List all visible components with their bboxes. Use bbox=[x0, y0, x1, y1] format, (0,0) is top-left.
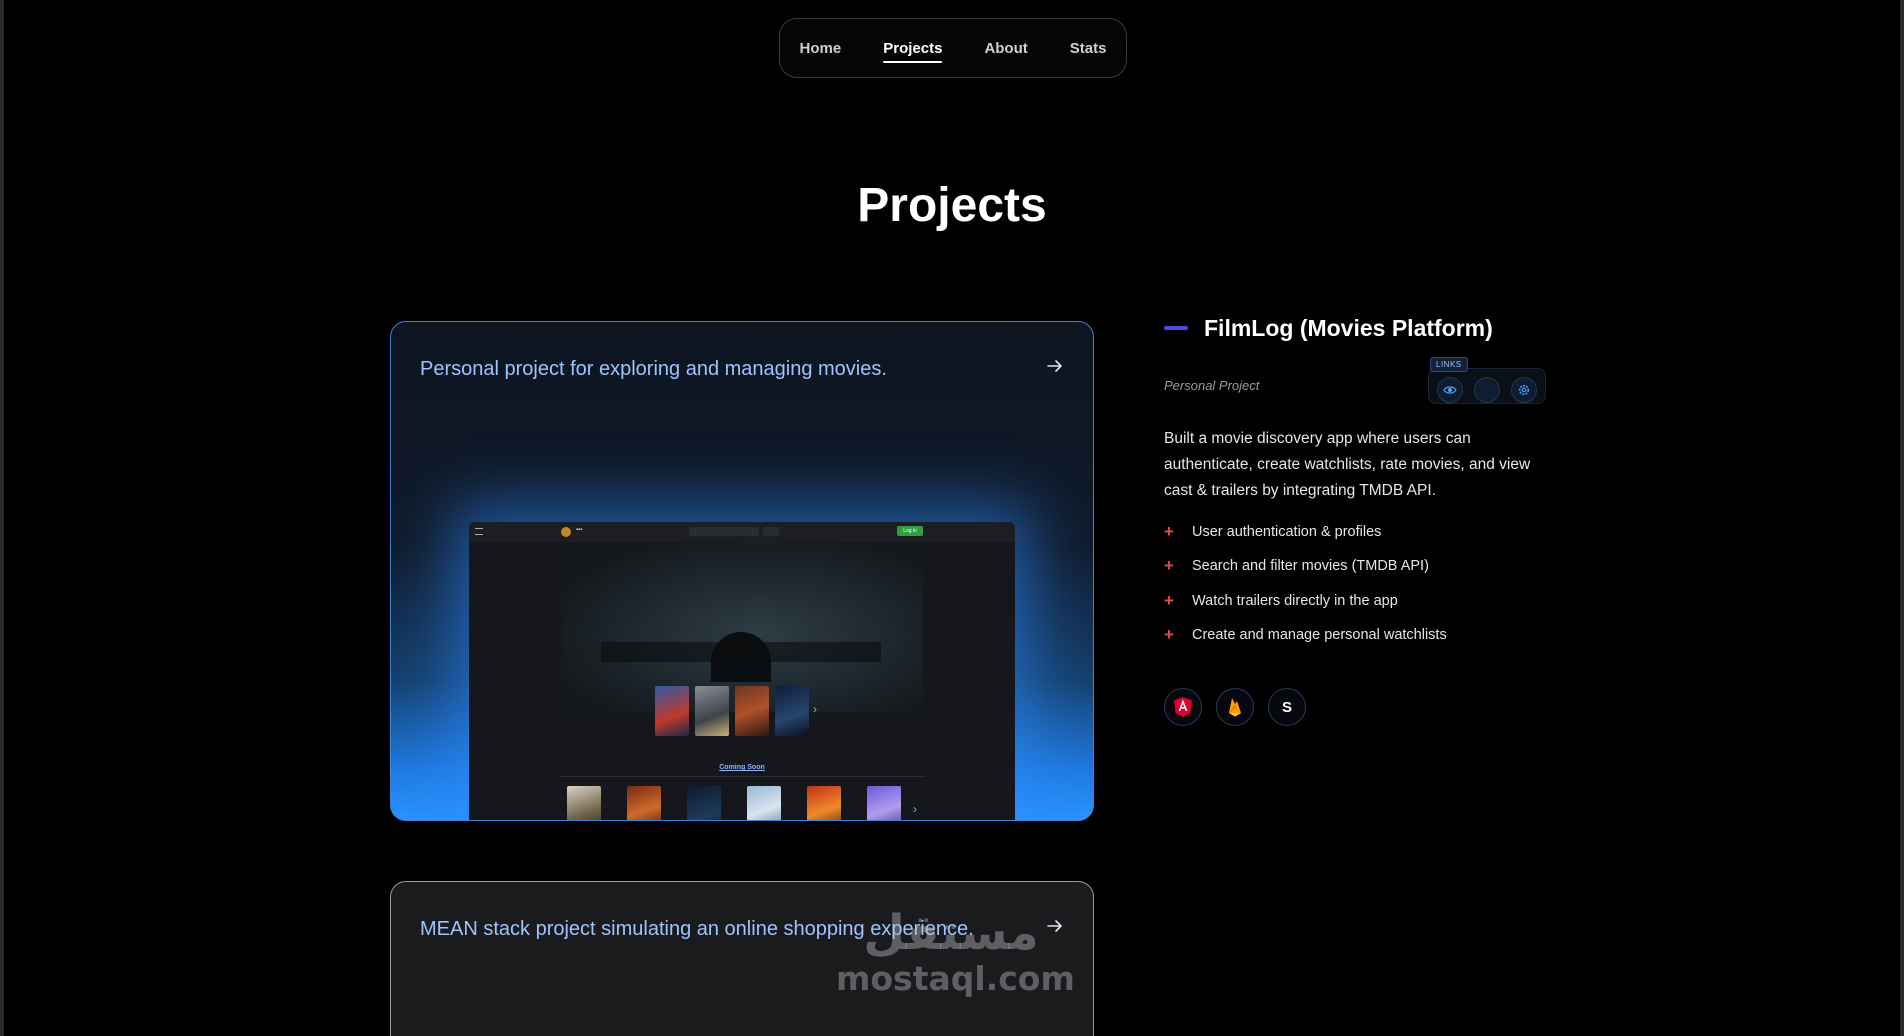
feature-text: User authentication & profiles bbox=[1192, 524, 1382, 540]
plus-icon: + bbox=[1164, 591, 1174, 610]
preview-logo bbox=[561, 527, 571, 537]
poster-thumbnail bbox=[807, 786, 841, 820]
preview-search-button bbox=[763, 527, 779, 536]
angular-icon bbox=[1164, 688, 1202, 726]
preview-login-button: Log in bbox=[897, 526, 923, 536]
settings-link-button[interactable] bbox=[1511, 377, 1537, 403]
arrow-right-icon[interactable] bbox=[1045, 916, 1065, 936]
poster-thumbnail bbox=[775, 686, 809, 736]
feature-text: Watch trailers directly in the app bbox=[1192, 593, 1398, 609]
project-title: FilmLog (Movies Platform) bbox=[1204, 315, 1493, 341]
poster-thumbnail bbox=[655, 686, 689, 736]
poster-thumbnail bbox=[747, 786, 781, 820]
project-card-filmlog[interactable]: Personal project for exploring and manag… bbox=[390, 321, 1094, 821]
firebase-icon bbox=[1216, 688, 1254, 726]
poster-thumbnail bbox=[627, 786, 661, 820]
chevron-right-icon: › bbox=[913, 802, 917, 816]
poster-thumbnail bbox=[695, 686, 729, 736]
poster-thumbnail bbox=[567, 786, 601, 820]
eye-icon bbox=[1443, 386, 1457, 394]
divider bbox=[559, 776, 925, 777]
preview-search bbox=[689, 527, 759, 536]
window-edge-right bbox=[1900, 0, 1904, 1036]
preview-link-button[interactable] bbox=[1437, 377, 1463, 403]
gear-icon bbox=[1518, 384, 1530, 396]
nav-about[interactable]: About bbox=[963, 40, 1048, 57]
project-description: Built a movie discovery app where users … bbox=[1164, 430, 1531, 499]
tech-label: S bbox=[1281, 698, 1292, 716]
nav-stats[interactable]: Stats bbox=[1049, 40, 1128, 57]
title-accent-bar bbox=[1164, 326, 1188, 330]
feature-text: Search and filter movies (TMDB API) bbox=[1192, 558, 1429, 574]
poster-thumbnail bbox=[735, 686, 769, 736]
links-group bbox=[1428, 368, 1546, 404]
preview-brand: ▪▪▪ bbox=[576, 527, 583, 533]
github-link-button[interactable] bbox=[1474, 377, 1500, 403]
card-description: Personal project for exploring and manag… bbox=[420, 358, 887, 380]
project-card-mean-shop[interactable]: MEAN stack project simulating an online … bbox=[390, 881, 1094, 1036]
arrow-right-icon[interactable] bbox=[1045, 356, 1065, 376]
plus-icon: + bbox=[1164, 522, 1174, 541]
nav-projects[interactable]: Projects bbox=[862, 40, 963, 63]
menu-icon bbox=[475, 528, 483, 535]
page-title: Projects bbox=[857, 179, 1047, 232]
poster-thumbnail bbox=[687, 786, 721, 820]
poster-thumbnail bbox=[867, 786, 901, 820]
top-nav: Home Projects About Stats bbox=[779, 18, 1127, 78]
preview-section-label: Coming Soon bbox=[719, 764, 765, 771]
links-label: LINKS bbox=[1430, 357, 1468, 372]
nav-home[interactable]: Home bbox=[779, 40, 863, 57]
page: Home Projects About Stats Projects Perso… bbox=[0, 0, 1904, 1036]
s-icon: S bbox=[1268, 688, 1306, 726]
project-screenshot: ▪▪▪ Log in › Coming Soon › bbox=[469, 522, 1015, 820]
plus-icon: + bbox=[1164, 625, 1174, 644]
project-kind: Personal Project bbox=[1164, 378, 1260, 393]
plus-icon: + bbox=[1164, 556, 1174, 575]
window-edge-left bbox=[0, 0, 4, 1036]
chevron-right-icon: › bbox=[813, 702, 817, 716]
card-description: MEAN stack project simulating an online … bbox=[420, 918, 974, 940]
feature-text: Create and manage personal watchlists bbox=[1192, 627, 1447, 643]
